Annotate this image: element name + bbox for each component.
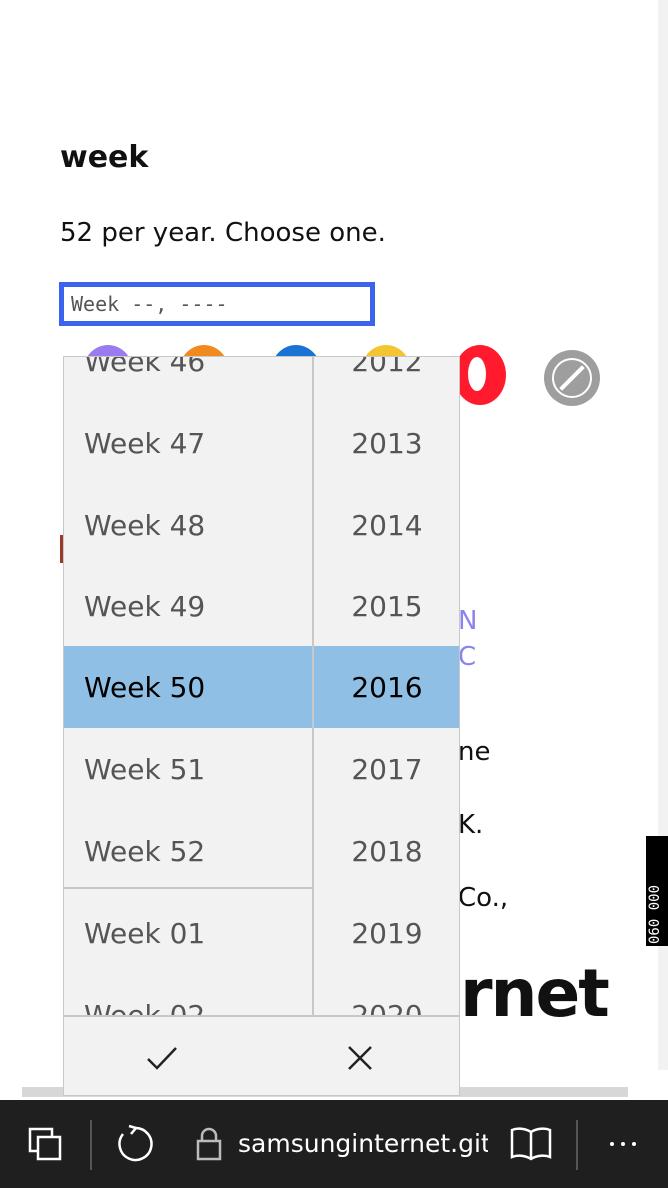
tabs-button[interactable] bbox=[20, 1100, 70, 1188]
close-icon bbox=[348, 1046, 372, 1070]
week-option[interactable]: Week 02 bbox=[64, 974, 312, 1016]
check-icon bbox=[147, 1047, 177, 1070]
refresh-button[interactable] bbox=[110, 1100, 160, 1188]
lock-icon bbox=[196, 1127, 222, 1161]
year-option-selected[interactable]: 2016 bbox=[314, 646, 459, 728]
browser-bottom-bar: samsunginternet.gitl bbox=[0, 1100, 668, 1188]
week-option-selected[interactable]: Week 50 bbox=[64, 646, 312, 728]
year-option[interactable]: 2019 bbox=[314, 892, 459, 974]
year-option[interactable]: 2018 bbox=[314, 810, 459, 892]
reading-view-icon bbox=[510, 1127, 552, 1161]
background-link-text[interactable]: C bbox=[458, 642, 476, 672]
opera-logo-icon bbox=[454, 345, 506, 405]
week-option[interactable]: Week 49 bbox=[64, 565, 312, 647]
week-option[interactable]: Week 01 bbox=[64, 892, 312, 974]
side-label: 060 000 bbox=[646, 836, 668, 946]
lock-button[interactable] bbox=[192, 1100, 226, 1188]
week-option[interactable]: Week 46 bbox=[64, 357, 312, 402]
week-column[interactable]: Week 46 Week 47 Week 48 Week 49 Week 50 … bbox=[64, 357, 314, 1015]
side-label-text: 060 000 bbox=[647, 884, 663, 944]
picker-footer bbox=[64, 1015, 459, 1095]
background-text: K. bbox=[458, 810, 484, 840]
week-picker: Week 46 Week 47 Week 48 Week 49 Week 50 … bbox=[63, 356, 460, 1096]
more-button[interactable] bbox=[598, 1100, 648, 1188]
year-option[interactable]: 2020 bbox=[314, 974, 459, 1016]
samsung-internet-logo-text: rnet bbox=[460, 955, 610, 1032]
more-icon bbox=[610, 1142, 636, 1146]
year-option[interactable]: 2015 bbox=[314, 565, 459, 647]
address-bar-url[interactable]: samsunginternet.gitl bbox=[238, 1100, 488, 1188]
accept-button[interactable] bbox=[64, 1017, 260, 1095]
background-text: ne bbox=[458, 737, 491, 767]
year-wrap-divider bbox=[64, 887, 312, 889]
page-heading: week bbox=[60, 140, 149, 175]
tabs-icon bbox=[28, 1127, 62, 1161]
week-option[interactable]: Week 51 bbox=[64, 728, 312, 810]
toolbar-separator bbox=[576, 1120, 578, 1170]
safari-compass-icon bbox=[544, 350, 600, 406]
page-description: 52 per year. Choose one. bbox=[60, 218, 386, 248]
background-link-text[interactable]: N bbox=[458, 606, 477, 636]
year-option[interactable]: 2014 bbox=[314, 484, 459, 566]
week-input[interactable]: Week --, ---- bbox=[59, 282, 375, 326]
year-column[interactable]: 2012 2013 2014 2015 2016 2017 2018 2019 … bbox=[314, 357, 459, 1016]
year-option[interactable]: 2013 bbox=[314, 402, 459, 484]
reading-view-button[interactable] bbox=[506, 1100, 556, 1188]
refresh-icon bbox=[118, 1124, 153, 1162]
cancel-button[interactable] bbox=[262, 1017, 458, 1095]
toolbar-separator bbox=[90, 1120, 92, 1170]
year-option[interactable]: 2012 bbox=[314, 357, 459, 402]
week-option[interactable]: Week 48 bbox=[64, 484, 312, 566]
year-option[interactable]: 2017 bbox=[314, 728, 459, 810]
background-text: Co., bbox=[458, 883, 509, 913]
week-option[interactable]: Week 52 bbox=[64, 810, 312, 892]
week-option[interactable]: Week 47 bbox=[64, 402, 312, 484]
